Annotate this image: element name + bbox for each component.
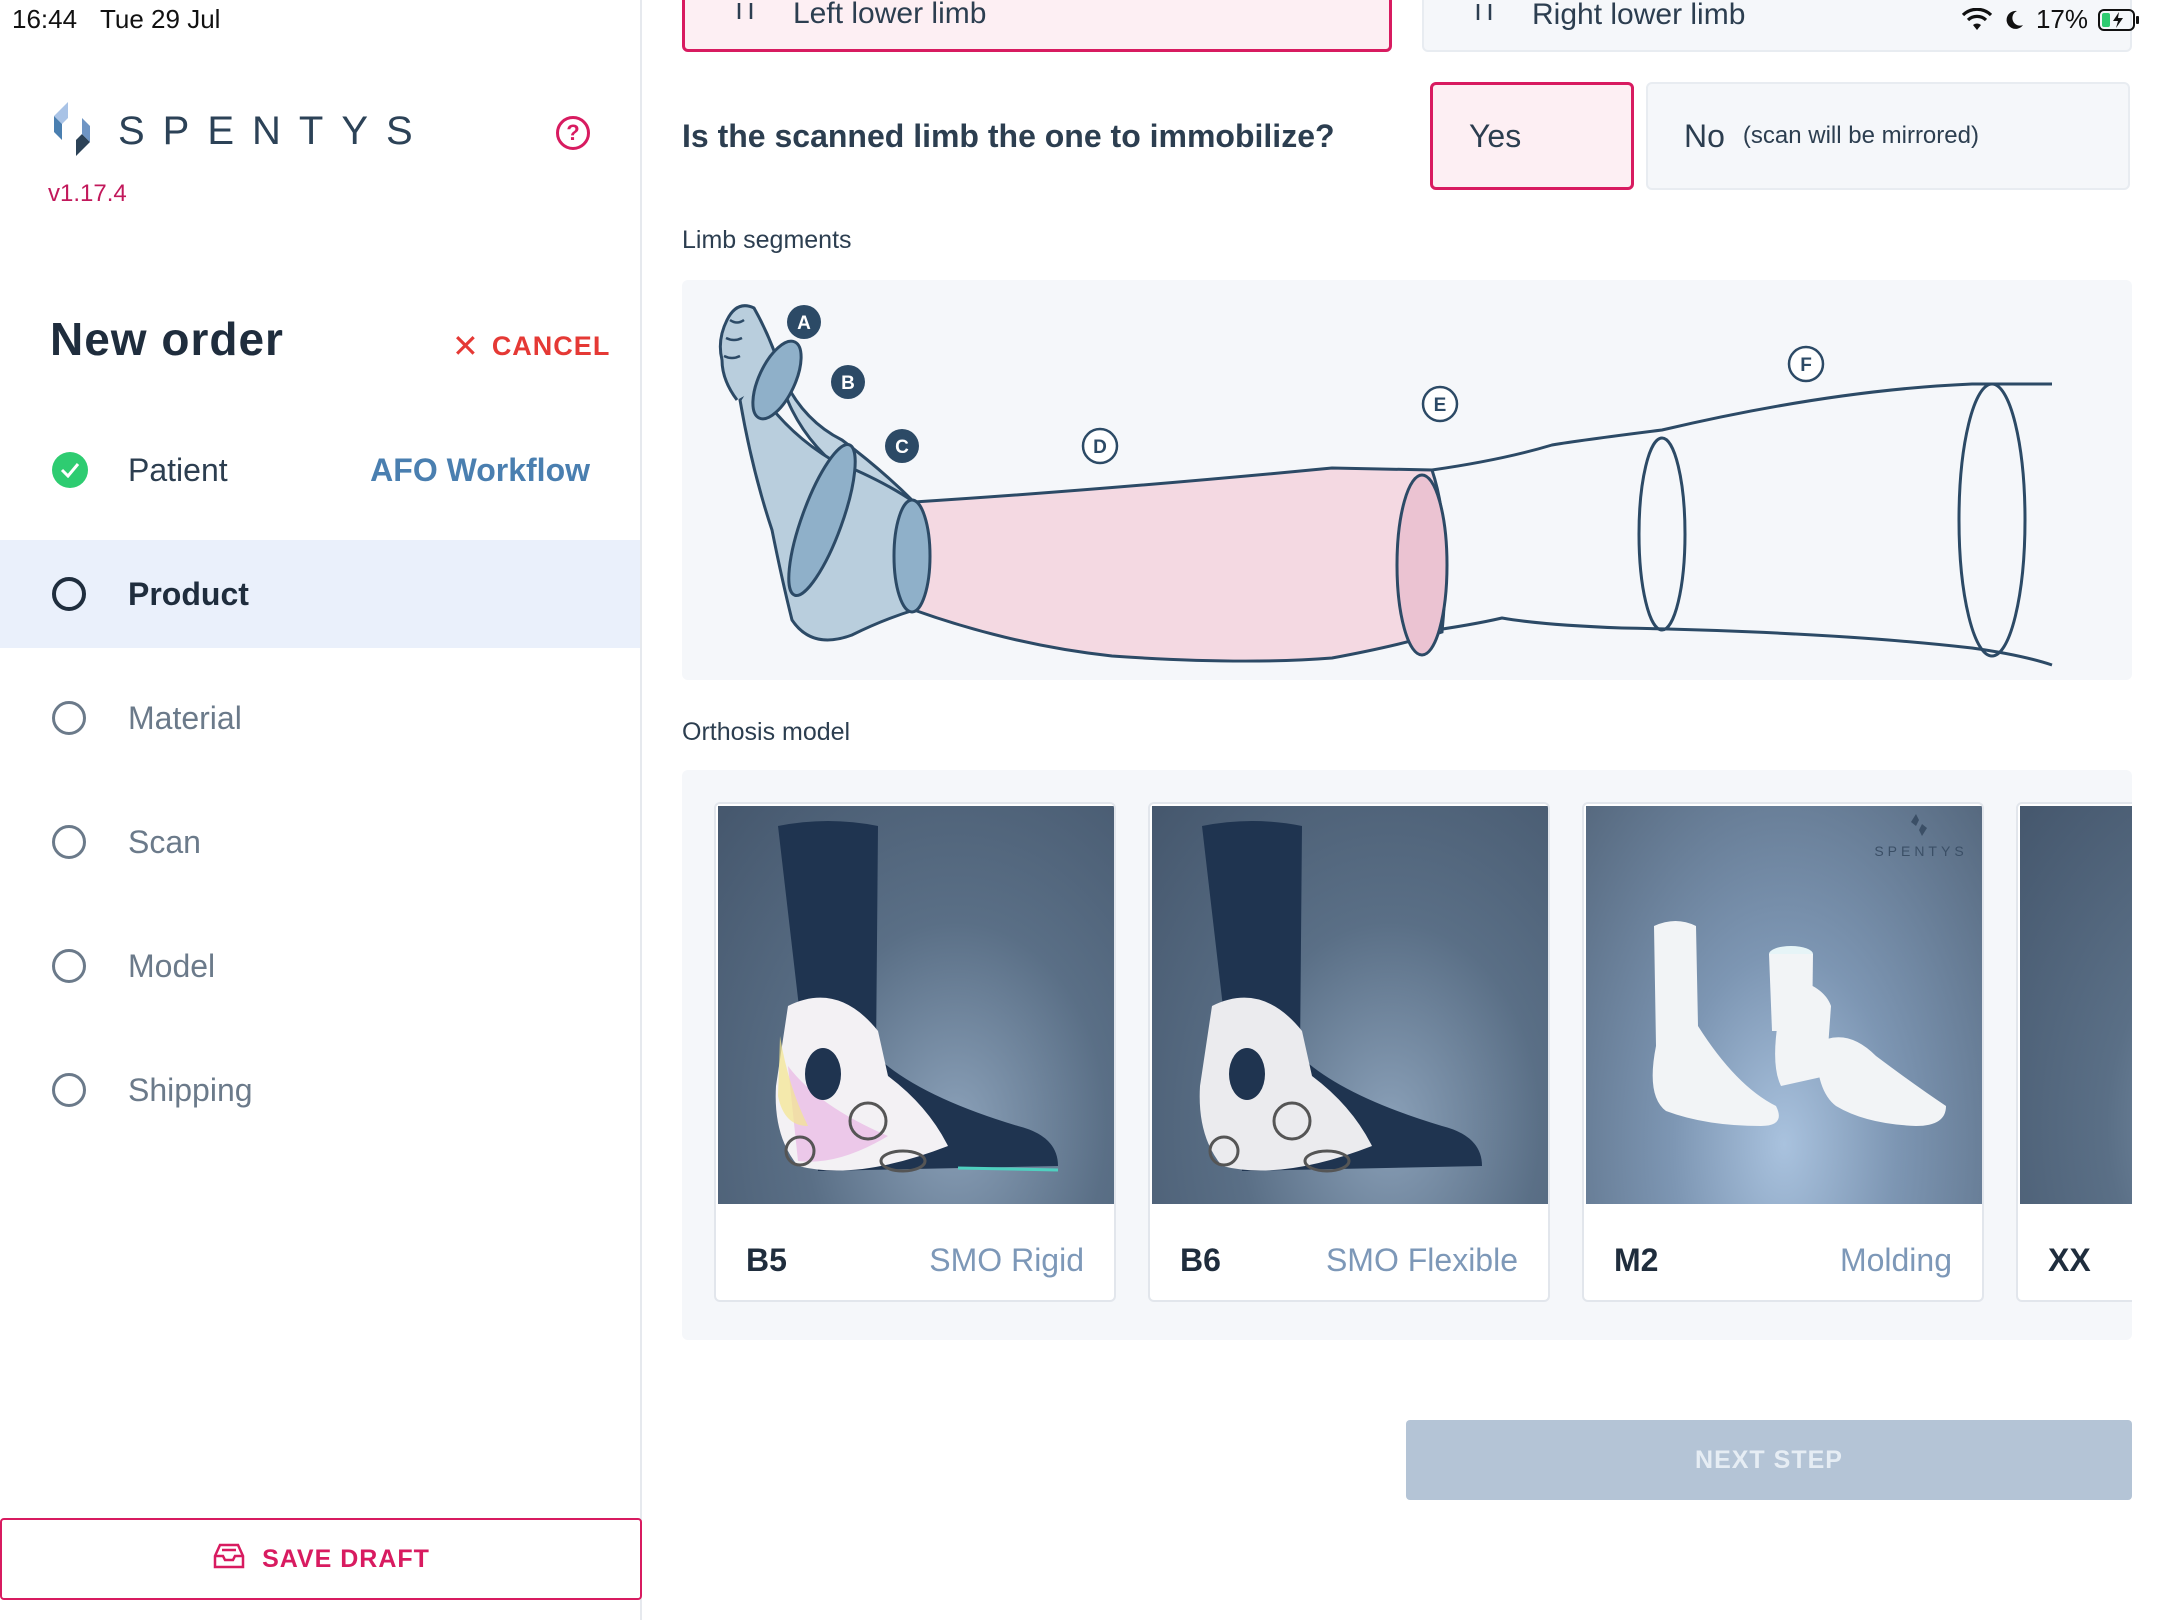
- limb-segments-label: Limb segments: [682, 226, 852, 254]
- save-draft-button[interactable]: SAVE DRAFT: [0, 1518, 642, 1600]
- step-label: Product: [128, 575, 249, 612]
- marker-label: E: [1434, 395, 1447, 416]
- marker-label: A: [797, 313, 811, 334]
- save-draft-label: SAVE DRAFT: [262, 1544, 430, 1573]
- step-product[interactable]: Product: [0, 540, 640, 648]
- brand-name: SPENTYS: [118, 109, 431, 153]
- marker-label: C: [895, 437, 909, 458]
- immobilize-question: Is the scanned limb the one to immobiliz…: [682, 118, 1335, 154]
- no-label: No: [1684, 117, 1725, 154]
- cancel-label: CANCEL: [491, 330, 611, 361]
- step-label: Material: [128, 699, 242, 736]
- step-label: Model: [128, 947, 216, 984]
- marker-label: D: [1093, 437, 1107, 458]
- radio-circle-icon: [52, 825, 86, 859]
- model-image: [718, 806, 1114, 1204]
- main-content: Left lower limb Right lower limb Is the …: [642, 0, 2160, 1620]
- model-image: [1152, 806, 1548, 1204]
- workflow-link[interactable]: AFO Workflow: [370, 452, 590, 489]
- cancel-button[interactable]: ✕ CANCEL: [452, 330, 610, 362]
- battery-icon: [2098, 8, 2140, 32]
- step-label: Patient: [128, 451, 228, 488]
- next-step-button[interactable]: NEXT STEP: [1406, 1420, 2132, 1500]
- sidebar: SPENTYS v1.17.4 ? New order ✕ CANCEL Pat…: [0, 0, 642, 1620]
- limb-segments-diagram[interactable]: A B C D E F: [682, 280, 2132, 680]
- app-version: v1.17.4: [48, 180, 127, 207]
- segment-marker-d[interactable]: D: [1081, 427, 1119, 465]
- radio-circle-icon: [52, 949, 86, 983]
- page-title: New order: [50, 313, 284, 365]
- step-scan[interactable]: Scan: [0, 780, 640, 904]
- step-label: Shipping: [128, 1071, 253, 1108]
- segment-marker-c[interactable]: C: [885, 429, 919, 463]
- model-watermark: SPENTYS: [1874, 843, 1967, 859]
- model-name: SMO Rigid: [929, 1242, 1084, 1278]
- model-code: XX: [2048, 1242, 2091, 1278]
- moon-icon: [2002, 8, 2026, 32]
- model-card-xx[interactable]: XX: [2016, 802, 2132, 1302]
- leg-diagram: A B C D E F: [718, 304, 2053, 667]
- status-time: 16:44: [12, 4, 78, 34]
- model-card-m2[interactable]: SPENTYS M2 Molding: [1582, 802, 1984, 1302]
- wifi-icon: [1961, 7, 1992, 32]
- status-indicators: 17%: [1961, 4, 2140, 35]
- model-name: Molding: [1839, 1242, 1952, 1278]
- brand-logo: SPENTYS: [48, 100, 431, 163]
- model-code: B5: [746, 1242, 787, 1278]
- step-label: Scan: [128, 823, 201, 860]
- model-name: SMO Flexible: [1325, 1242, 1518, 1278]
- model-image: [2020, 806, 2132, 1204]
- no-option-button[interactable]: No (scan will be mirrored): [1646, 82, 2130, 190]
- battery-percent: 17%: [2035, 4, 2088, 34]
- segment-marker-b[interactable]: B: [831, 365, 865, 399]
- next-step-label: NEXT STEP: [1695, 1445, 1843, 1474]
- model-card-b6[interactable]: B6 SMO Flexible: [1148, 802, 1550, 1302]
- radio-circle-icon: [52, 1073, 86, 1107]
- model-code: B6: [1180, 1242, 1221, 1278]
- yes-label: Yes: [1469, 117, 1522, 154]
- radio-circle-icon: [52, 577, 86, 611]
- orthosis-model-list: B5 SMO Rigid B6 SMO Flexible SPENTYS M2 …: [682, 770, 2132, 1340]
- inbox-icon: [212, 1542, 246, 1577]
- step-shipping[interactable]: Shipping: [0, 1028, 640, 1152]
- step-material[interactable]: Material: [0, 656, 640, 780]
- close-icon: ✕: [452, 328, 480, 364]
- spentys-logo-icon: [48, 100, 96, 163]
- model-card-b5[interactable]: B5 SMO Rigid: [714, 802, 1116, 1302]
- segment-marker-a[interactable]: A: [787, 305, 821, 339]
- workflow-steps: Patient AFO Workflow Product Material Sc…: [0, 408, 640, 1152]
- step-patient[interactable]: Patient AFO Workflow: [0, 408, 640, 532]
- radio-circle-icon: [52, 701, 86, 735]
- status-date: Tue 29 Jul: [100, 4, 221, 34]
- marker-label: F: [1800, 355, 1812, 376]
- status-bar: 16:44 Tue 29 Jul 17%: [0, 0, 2160, 40]
- model-image: SPENTYS: [1586, 806, 1982, 1204]
- help-icon[interactable]: ?: [556, 116, 590, 150]
- segment-marker-e[interactable]: E: [1421, 385, 1459, 423]
- orthosis-model-label: Orthosis model: [682, 718, 851, 746]
- no-hint: (scan will be mirrored): [1742, 122, 1979, 149]
- model-code: M2: [1614, 1242, 1659, 1278]
- yes-option-button[interactable]: Yes: [1430, 82, 1634, 190]
- segment-marker-f[interactable]: F: [1787, 345, 1825, 383]
- marker-label: B: [841, 373, 855, 394]
- check-circle-icon: [52, 452, 88, 488]
- step-model[interactable]: Model: [0, 904, 640, 1028]
